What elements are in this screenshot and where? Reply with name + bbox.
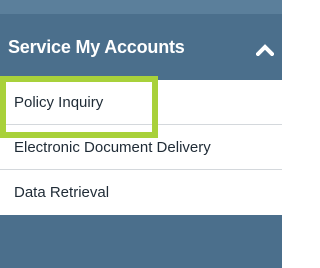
chevron-up-icon[interactable]	[256, 44, 274, 56]
menu-item-policy-inquiry[interactable]: Policy Inquiry	[0, 80, 282, 125]
accordion-title: Service My Accounts	[8, 36, 185, 57]
accounts-menu: Policy Inquiry Electronic Document Deliv…	[0, 80, 282, 215]
menu-item-electronic-document-delivery[interactable]: Electronic Document Delivery	[0, 125, 282, 170]
menu-item-data-retrieval[interactable]: Data Retrieval	[0, 170, 282, 215]
menu-item-label: Policy Inquiry	[14, 93, 104, 111]
accordion-header[interactable]: Service My Accounts	[0, 14, 282, 80]
panel-bottom-band	[0, 243, 282, 268]
panel-top-strip	[0, 0, 282, 14]
menu-item-label: Electronic Document Delivery	[14, 138, 211, 156]
menu-item-label: Data Retrieval	[14, 184, 110, 201]
page-background	[282, 0, 291, 268]
